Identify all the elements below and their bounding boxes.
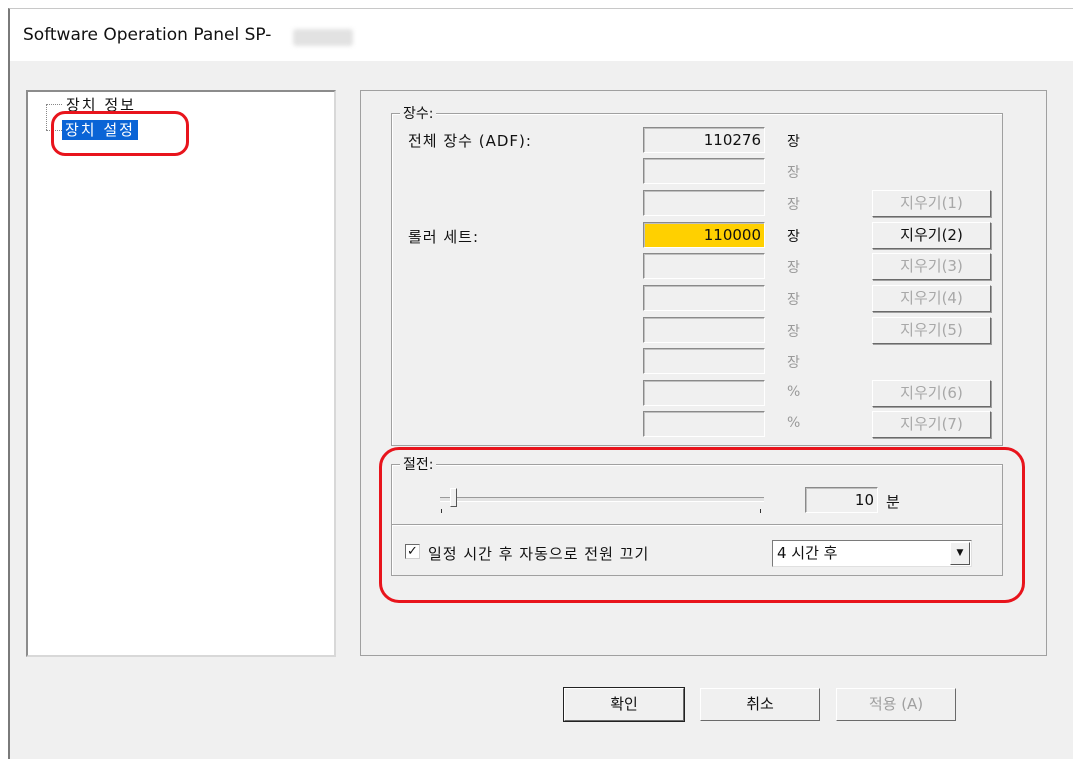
counter-field (643, 317, 765, 343)
clear-button-6[interactable]: 지우기(6) (872, 380, 991, 407)
unit-label: 장 (787, 324, 800, 340)
page-count-group-title: 장수: (400, 103, 437, 123)
roller-counter-field: 110000 (643, 222, 765, 248)
unit-label: 장 (787, 292, 800, 308)
ok-button[interactable]: 확인 (563, 687, 685, 722)
counter-field (643, 190, 765, 216)
title-bar: Software Operation Panel SP- (10, 9, 1073, 61)
counter-field (643, 158, 765, 184)
counter-field (643, 411, 765, 437)
unit-label: 장 (787, 229, 800, 245)
clear-button-2[interactable]: 지우기(2) (872, 222, 991, 249)
cancel-button[interactable]: 취소 (700, 688, 820, 721)
annotation-highlight-power-saving (379, 447, 1025, 603)
unit-label: 장 (787, 197, 800, 213)
unit-label: 장 (787, 260, 800, 276)
category-tree[interactable]: 장치 정보 장치 설정 (26, 90, 336, 657)
counter-field (643, 253, 765, 279)
clear-button-7[interactable]: 지우기(7) (872, 411, 991, 438)
counter-field: 110276 (643, 127, 765, 153)
window-title: Software Operation Panel SP- (23, 25, 272, 45)
model-name-redacted (293, 29, 353, 46)
total-pages-label: 전체 장수 (ADF): (408, 132, 532, 150)
counter-field (643, 348, 765, 374)
clear-button-3[interactable]: 지우기(3) (872, 253, 991, 280)
tree-connector (46, 104, 62, 105)
counter-field (643, 380, 765, 406)
annotation-highlight-tree (51, 111, 189, 156)
unit-label: % (787, 384, 801, 400)
unit-label: % (787, 415, 801, 431)
tree-connector (46, 104, 48, 130)
unit-label: 장 (787, 134, 800, 150)
clear-button-4[interactable]: 지우기(4) (872, 285, 991, 312)
unit-label: 장 (787, 355, 800, 371)
counter-field (643, 285, 765, 311)
clear-button-1[interactable]: 지우기(1) (872, 190, 991, 217)
unit-label: 장 (787, 165, 800, 181)
apply-button[interactable]: 적용 (A) (836, 688, 956, 721)
roller-set-label: 롤러 세트: (408, 228, 480, 246)
clear-button-5[interactable]: 지우기(5) (872, 317, 991, 344)
